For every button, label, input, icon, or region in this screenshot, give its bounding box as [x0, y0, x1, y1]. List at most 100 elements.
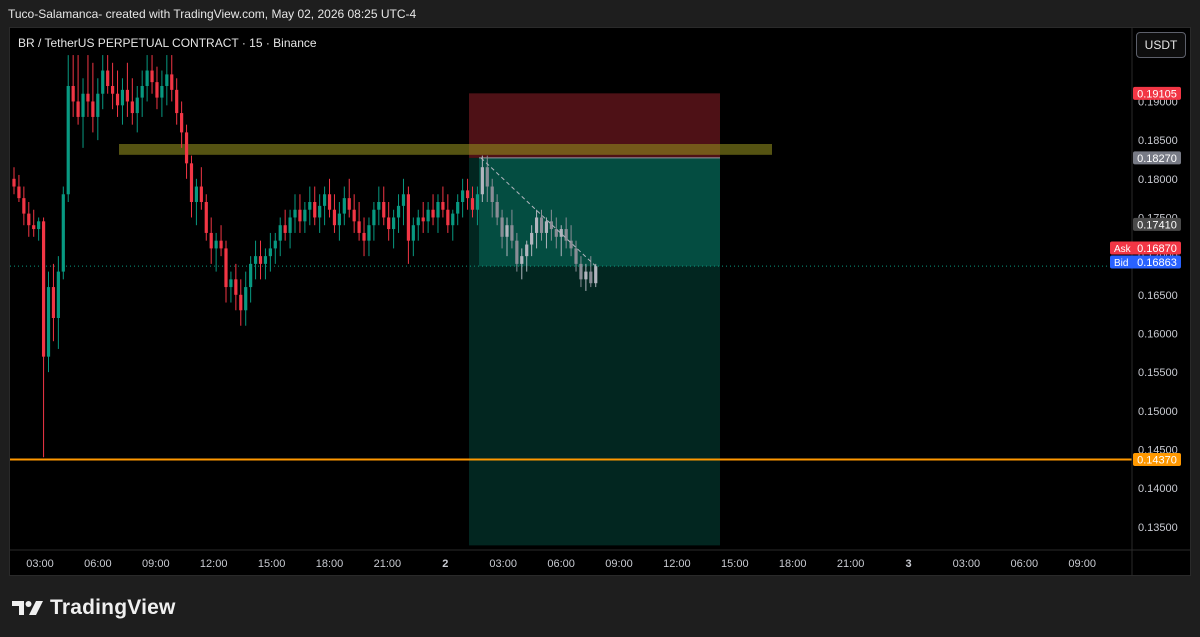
candle-body[interactable]: [490, 186, 494, 202]
candle-body[interactable]: [485, 167, 489, 187]
candle-body[interactable]: [461, 190, 465, 202]
candle-body[interactable]: [51, 287, 56, 318]
candle-body[interactable]: [76, 101, 80, 117]
candle-body[interactable]: [86, 93, 90, 102]
candle-body[interactable]: [377, 202, 381, 210]
candle-body[interactable]: [249, 263, 253, 288]
tradingview-logo[interactable]: TradingView: [12, 596, 176, 620]
candle-body[interactable]: [37, 221, 41, 230]
candle-body[interactable]: [194, 186, 199, 202]
candle-body[interactable]: [293, 209, 297, 218]
candle-body[interactable]: [401, 194, 406, 206]
candle-body[interactable]: [308, 202, 312, 210]
candle-body[interactable]: [426, 209, 430, 222]
candle-body[interactable]: [145, 70, 149, 86]
candle-body[interactable]: [431, 209, 435, 218]
candle-body[interactable]: [111, 86, 115, 94]
candle-body[interactable]: [456, 202, 460, 214]
candle-body[interactable]: [160, 86, 164, 98]
candle-body[interactable]: [534, 217, 539, 233]
candle-body[interactable]: [475, 194, 480, 210]
candle-body[interactable]: [574, 248, 578, 264]
candle-body[interactable]: [12, 178, 16, 187]
candle-body[interactable]: [96, 93, 100, 117]
candle-body[interactable]: [150, 70, 154, 83]
currency-button[interactable]: USDT: [1136, 32, 1186, 58]
candle-body[interactable]: [283, 225, 287, 233]
candle-body[interactable]: [347, 198, 351, 210]
candle-body[interactable]: [505, 225, 509, 237]
candlestick-chart[interactable]: 0.190000.185000.180000.175000.170000.165…: [0, 0, 1200, 637]
candle-body[interactable]: [441, 202, 445, 210]
candle-body[interactable]: [495, 202, 499, 218]
candle-body[interactable]: [313, 202, 317, 218]
candle-body[interactable]: [61, 194, 65, 272]
candle-body[interactable]: [258, 256, 263, 264]
candle-body[interactable]: [539, 217, 544, 233]
candle-body[interactable]: [559, 229, 563, 237]
candle-body[interactable]: [525, 244, 529, 257]
candle-body[interactable]: [115, 93, 120, 106]
candle-body[interactable]: [451, 213, 455, 226]
candle-body[interactable]: [41, 221, 46, 357]
candle-body[interactable]: [189, 163, 194, 202]
candle-body[interactable]: [234, 279, 238, 295]
candle-body[interactable]: [396, 205, 401, 218]
candle-body[interactable]: [480, 167, 484, 195]
candle-body[interactable]: [362, 232, 366, 241]
candle-body[interactable]: [327, 194, 332, 210]
candle-body[interactable]: [81, 93, 85, 117]
candle-body[interactable]: [46, 287, 51, 357]
candle-body[interactable]: [298, 209, 302, 222]
candle-body[interactable]: [263, 256, 268, 264]
candle-body[interactable]: [66, 86, 70, 195]
candle-body[interactable]: [520, 256, 524, 264]
candle-body[interactable]: [170, 74, 174, 90]
candle-body[interactable]: [465, 190, 470, 199]
candle-body[interactable]: [372, 209, 376, 226]
candle-body[interactable]: [244, 287, 248, 311]
candle-body[interactable]: [209, 232, 213, 249]
candle-body[interactable]: [56, 271, 60, 318]
candle-body[interactable]: [253, 256, 258, 264]
candle-body[interactable]: [268, 248, 272, 257]
candle-body[interactable]: [510, 225, 514, 241]
candle-body[interactable]: [357, 221, 361, 233]
candle-body[interactable]: [214, 240, 218, 249]
candle-body[interactable]: [17, 186, 21, 199]
candle-body[interactable]: [91, 101, 95, 117]
candle-body[interactable]: [446, 209, 450, 226]
candle-body[interactable]: [387, 217, 391, 230]
candle-body[interactable]: [392, 217, 396, 230]
candle-body[interactable]: [318, 205, 322, 218]
candle-body[interactable]: [515, 240, 519, 264]
candle-body[interactable]: [332, 209, 337, 226]
candle-body[interactable]: [180, 113, 184, 133]
candle-body[interactable]: [101, 70, 105, 94]
candle-body[interactable]: [352, 209, 356, 222]
candle-body[interactable]: [436, 202, 440, 218]
candle-body[interactable]: [239, 294, 243, 311]
candle-body[interactable]: [135, 97, 139, 114]
candle-body[interactable]: [322, 194, 327, 206]
candle-body[interactable]: [273, 240, 277, 249]
candle-body[interactable]: [120, 89, 125, 106]
candle-body[interactable]: [406, 194, 410, 241]
candle-body[interactable]: [416, 217, 420, 226]
candle-body[interactable]: [106, 70, 110, 86]
candle-body[interactable]: [219, 240, 223, 249]
candle-body[interactable]: [367, 225, 371, 241]
candle-body[interactable]: [229, 279, 233, 288]
candle-body[interactable]: [470, 198, 475, 210]
candle-body[interactable]: [175, 89, 179, 114]
candle-body[interactable]: [337, 213, 341, 226]
candle-body[interactable]: [411, 225, 415, 241]
candle-body[interactable]: [288, 217, 292, 233]
candle-body[interactable]: [155, 82, 159, 98]
candle-body[interactable]: [165, 74, 169, 86]
candle-body[interactable]: [184, 132, 189, 164]
candle-body[interactable]: [199, 186, 203, 202]
resistance-zone[interactable]: [119, 144, 772, 155]
candle-body[interactable]: [32, 225, 36, 230]
candle-body[interactable]: [544, 221, 549, 233]
